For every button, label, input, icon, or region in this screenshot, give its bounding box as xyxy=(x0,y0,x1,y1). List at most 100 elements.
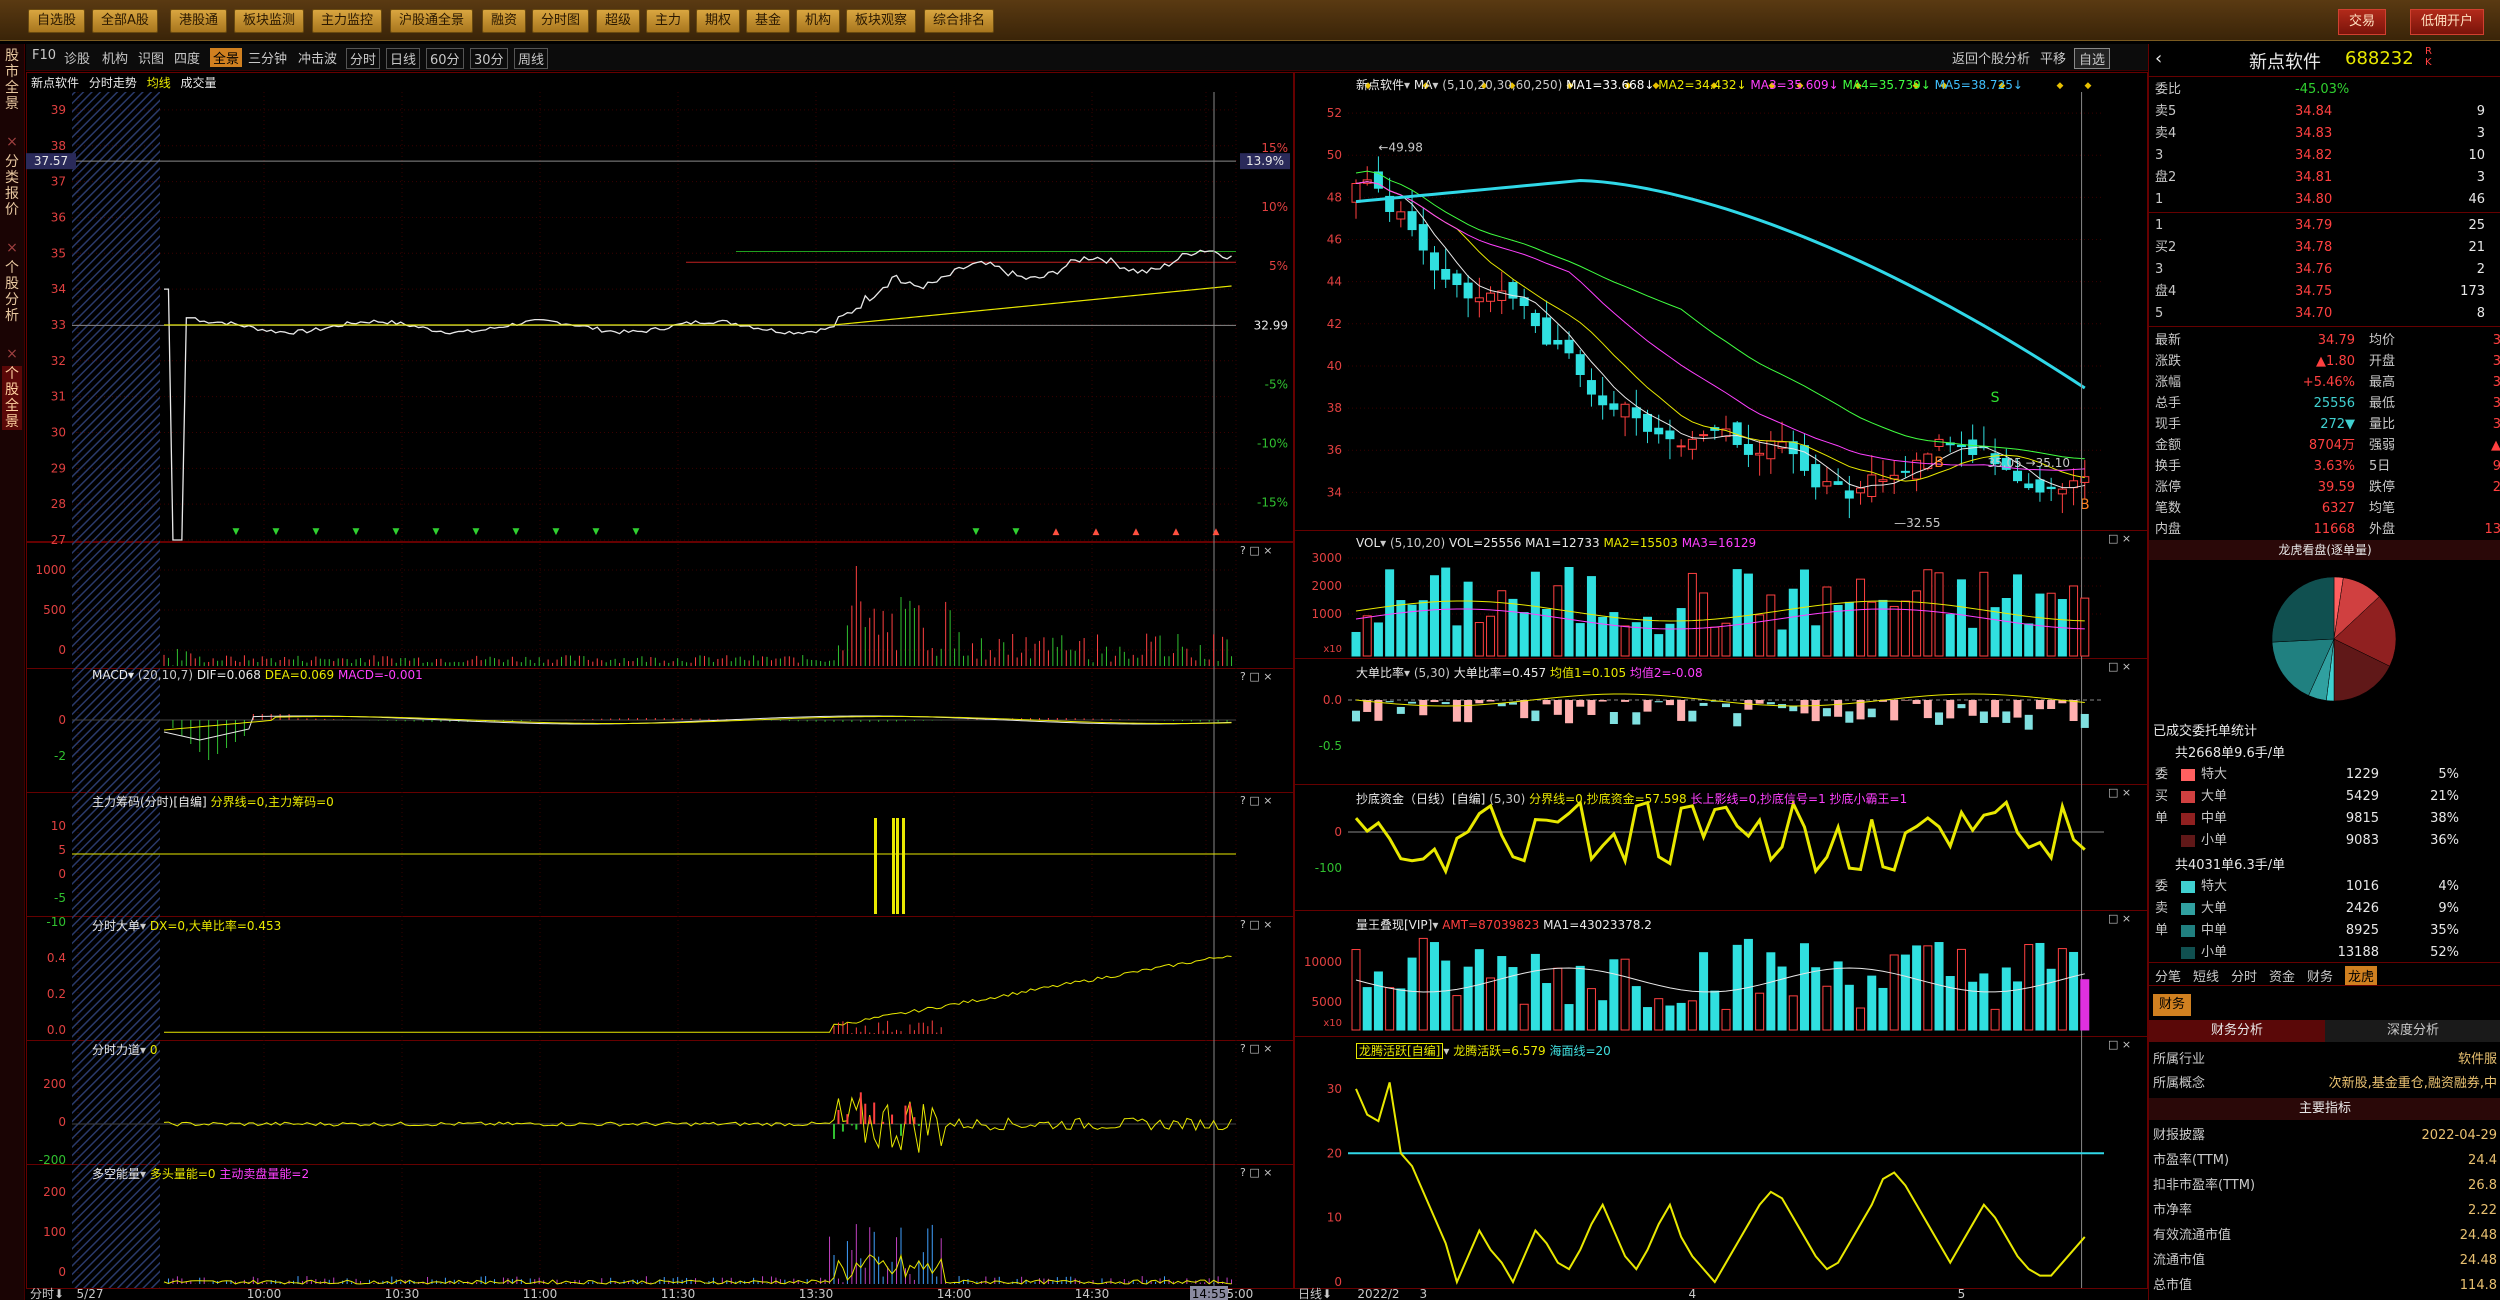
top-menu-item[interactable]: 综合排名 xyxy=(924,9,995,33)
price-tick: 27 xyxy=(51,533,66,547)
top-menu-item[interactable]: 全部A股 xyxy=(92,9,158,33)
period-daily[interactable]: 日线 xyxy=(386,48,421,69)
price-tick: 39 xyxy=(51,103,66,117)
back-arrow-icon[interactable]: ‹ xyxy=(2155,48,2162,69)
stat-row: 金额 8704万 强弱 ▲ xyxy=(2155,438,2500,453)
tab-label: 个股分析 xyxy=(5,260,19,324)
vk-bar xyxy=(1766,952,1776,1031)
finance-row: 市盈率(TTM) 24.4 xyxy=(2153,1153,2497,1168)
left-tab-strip: 股市全景 × 分类报价 × 个股分析 × 个股全景 xyxy=(0,44,25,1300)
toolbar-pattern[interactable]: 识图 xyxy=(138,48,164,67)
ratio-bar xyxy=(1396,706,1405,714)
stat-row: 最新 34.79 均价 3 xyxy=(2155,333,2500,348)
watchlist-dropdown[interactable]: 自选 xyxy=(2074,48,2111,69)
period-60min[interactable]: 60分 xyxy=(426,48,464,69)
kline-price-tick: 52 xyxy=(1327,106,1342,120)
top-menu-item[interactable]: 沪股通全景 xyxy=(390,9,474,33)
top-menu-item[interactable]: 分时图 xyxy=(532,9,590,33)
kline-price-tick: 36 xyxy=(1327,443,1342,457)
toolbar-institution[interactable]: 机构 xyxy=(102,48,128,67)
vk-bar xyxy=(1710,990,1720,1031)
panel-frame xyxy=(26,668,1294,793)
stat-row: 涨幅 +5.46% 最高 3 xyxy=(2155,375,2500,390)
top-menu-item[interactable]: 主力监控 xyxy=(312,9,383,33)
candle-body xyxy=(1486,292,1496,302)
left-tab-stock-panorama[interactable]: 个股全景 xyxy=(2,366,22,430)
ratio-bar xyxy=(1766,702,1775,705)
chip-bar xyxy=(896,818,899,914)
pan-button[interactable]: 平移 xyxy=(2040,48,2066,67)
ratio-bar xyxy=(1352,710,1360,722)
volume-bar xyxy=(1699,592,1709,657)
order-size-row: 小单 9083 36% xyxy=(2169,830,2499,852)
top-menu-item[interactable]: 主力 xyxy=(646,9,691,33)
top-menu-item[interactable]: 港股通 xyxy=(170,9,228,33)
open-account-button[interactable]: 低佣开户 xyxy=(2410,9,2485,35)
volume-bar xyxy=(1766,594,1776,657)
back-to-analysis-button[interactable]: 返回个股分析 xyxy=(1952,48,2030,67)
candle-body xyxy=(1743,444,1753,455)
event-marker: ▼ xyxy=(433,527,440,537)
toolbar-f10[interactable]: F10 xyxy=(32,48,56,63)
quote-tab[interactable]: 资金 xyxy=(2269,966,2295,985)
current-price-label: 37.57 xyxy=(34,154,68,168)
left-tab-stock-analysis[interactable]: 个股分析 xyxy=(2,260,22,324)
dragon-tick: 0 xyxy=(1334,1275,1342,1289)
close-icon[interactable]: × xyxy=(2,346,22,362)
quote-tab[interactable]: 龙虎 xyxy=(2345,966,2378,985)
volume-bar xyxy=(1822,586,1832,657)
toolbar-panorama-active[interactable]: 全景 xyxy=(210,48,243,67)
quote-tab[interactable]: 短线 xyxy=(2193,966,2219,985)
toolbar-diagnose[interactable]: 诊股 xyxy=(64,48,90,67)
kline-charts: □ ×□ ×□ ×□ ×□ ×52504846444240383634←49.9… xyxy=(1294,72,2148,1300)
vk-bar xyxy=(1878,987,1888,1031)
top-menu-item[interactable]: 机构 xyxy=(796,9,841,33)
toolbar-three-min[interactable]: 三分钟 xyxy=(248,48,287,67)
close-icon[interactable]: × xyxy=(2,240,22,256)
trade-button[interactable]: 交易 xyxy=(2338,9,2387,35)
finance-analysis-tab[interactable]: 财务分析 xyxy=(2149,1020,2325,1042)
ratio-bar xyxy=(1609,711,1618,724)
ma-line xyxy=(1355,170,2085,460)
kline-price-tick: 44 xyxy=(1327,275,1342,289)
top-menu-item[interactable]: 板块监测 xyxy=(234,9,305,33)
toolbar-shockwave[interactable]: 冲击波 xyxy=(298,48,337,67)
event-marker: ▼ xyxy=(353,527,360,537)
chart-toolbar: F10 诊股 机构 识图 四度 全景 三分钟 冲击波 分时 日线 60分 30分… xyxy=(26,44,1294,71)
vk-bar xyxy=(1833,961,1843,1031)
top-menu-item[interactable]: 期权 xyxy=(696,9,741,33)
left-tab-market-panorama[interactable]: 股市全景 xyxy=(2,48,22,112)
vk-bar xyxy=(1362,987,1372,1031)
finance-tab[interactable]: 财务 xyxy=(2153,994,2192,1016)
top-menu-item[interactable]: 基金 xyxy=(746,9,791,33)
period-intraday[interactable]: 分时 xyxy=(346,48,381,69)
quote-tab[interactable]: 财务 xyxy=(2307,966,2333,985)
candle-body xyxy=(2046,486,2056,490)
bigorder-tick: 0.4 xyxy=(47,951,66,965)
volume-bar xyxy=(1620,625,1630,657)
toolbar-four-degree[interactable]: 四度 xyxy=(174,48,200,67)
panel-controls: ? □ × xyxy=(1240,544,1272,557)
close-icon[interactable]: × xyxy=(2,134,22,150)
top-menu-item[interactable]: 融资 xyxy=(482,9,527,33)
deep-analysis-tab[interactable]: 深度分析 xyxy=(2325,1020,2500,1042)
sell-total: 共4031单6.3手/单 xyxy=(2175,858,2286,873)
volume-bar xyxy=(1486,615,1496,657)
volume-bar xyxy=(1799,569,1809,657)
volume-bar xyxy=(1519,612,1529,657)
period-weekly[interactable]: 周线 xyxy=(514,48,549,69)
vk-bar xyxy=(2046,968,2056,1031)
quote-tab[interactable]: 分笔 xyxy=(2155,966,2181,985)
quote-tab[interactable]: 分时 xyxy=(2231,966,2257,985)
ratio-bar xyxy=(1845,711,1854,723)
top-menu-item[interactable]: 超级 xyxy=(596,9,641,33)
left-tab-category-quote[interactable]: 分类报价 xyxy=(2,154,22,218)
top-menu-item[interactable]: 自选股 xyxy=(28,9,86,33)
volume-bar xyxy=(1429,575,1439,657)
vk-bar xyxy=(1452,995,1462,1031)
candle-body xyxy=(1575,354,1585,375)
vol-unit: x10 xyxy=(1323,644,1342,655)
period-30min[interactable]: 30分 xyxy=(470,48,508,69)
top-menu-item[interactable]: 板块观察 xyxy=(846,9,917,33)
dragon-line xyxy=(1355,1082,2086,1285)
